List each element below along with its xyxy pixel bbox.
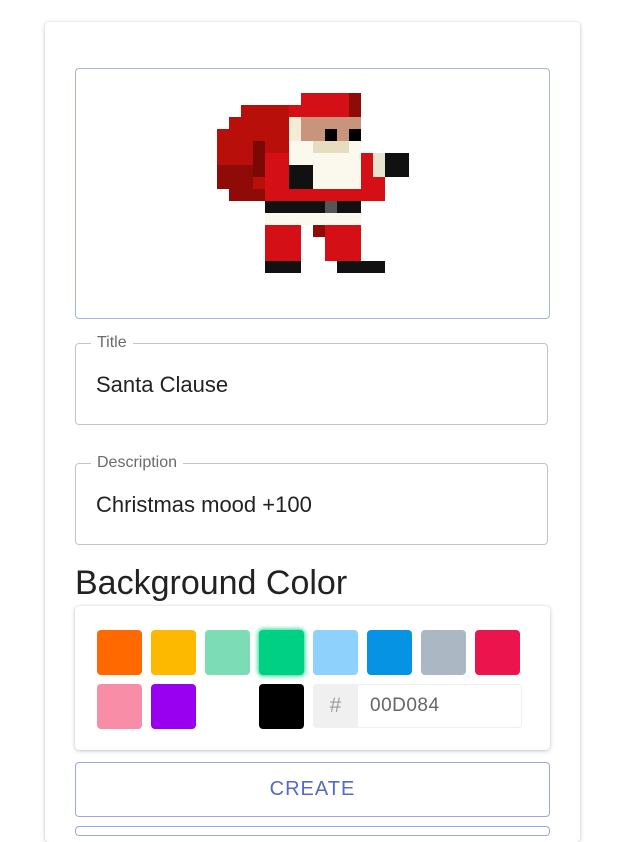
santa-pixel-art-image <box>217 93 409 273</box>
hex-input[interactable]: 00D084 <box>370 684 440 728</box>
pixel-art-preview <box>75 68 550 319</box>
description-input[interactable]: Christmas mood +100 <box>96 490 312 520</box>
description-label: Description <box>91 453 184 473</box>
swatch-red[interactable] <box>475 630 520 675</box>
hex-prefix: # <box>313 684 358 728</box>
swatch-black[interactable] <box>259 684 304 729</box>
swatch-orange[interactable] <box>97 630 142 675</box>
title-field[interactable]: Title Santa Clause <box>75 333 548 425</box>
swatch-blue[interactable] <box>367 630 412 675</box>
color-picker: # 00D084 <box>75 606 550 750</box>
hex-field[interactable]: # 00D084 <box>313 684 522 728</box>
swatch-purple[interactable] <box>151 684 196 729</box>
create-button[interactable]: CREATE <box>75 762 550 817</box>
title-label: Title <box>91 333 133 353</box>
swatch-light-blue[interactable] <box>313 630 358 675</box>
swatch-gray[interactable] <box>421 630 466 675</box>
description-field[interactable]: Description Christmas mood +100 <box>75 453 548 545</box>
swatch-light-green[interactable] <box>205 630 250 675</box>
swatch-yellow[interactable] <box>151 630 196 675</box>
swatch-green[interactable] <box>259 630 304 675</box>
background-color-heading: Background Color <box>75 564 348 602</box>
swatch-white[interactable] <box>205 684 250 729</box>
swatch-pink[interactable] <box>97 684 142 729</box>
title-input[interactable]: Santa Clause <box>96 370 228 400</box>
